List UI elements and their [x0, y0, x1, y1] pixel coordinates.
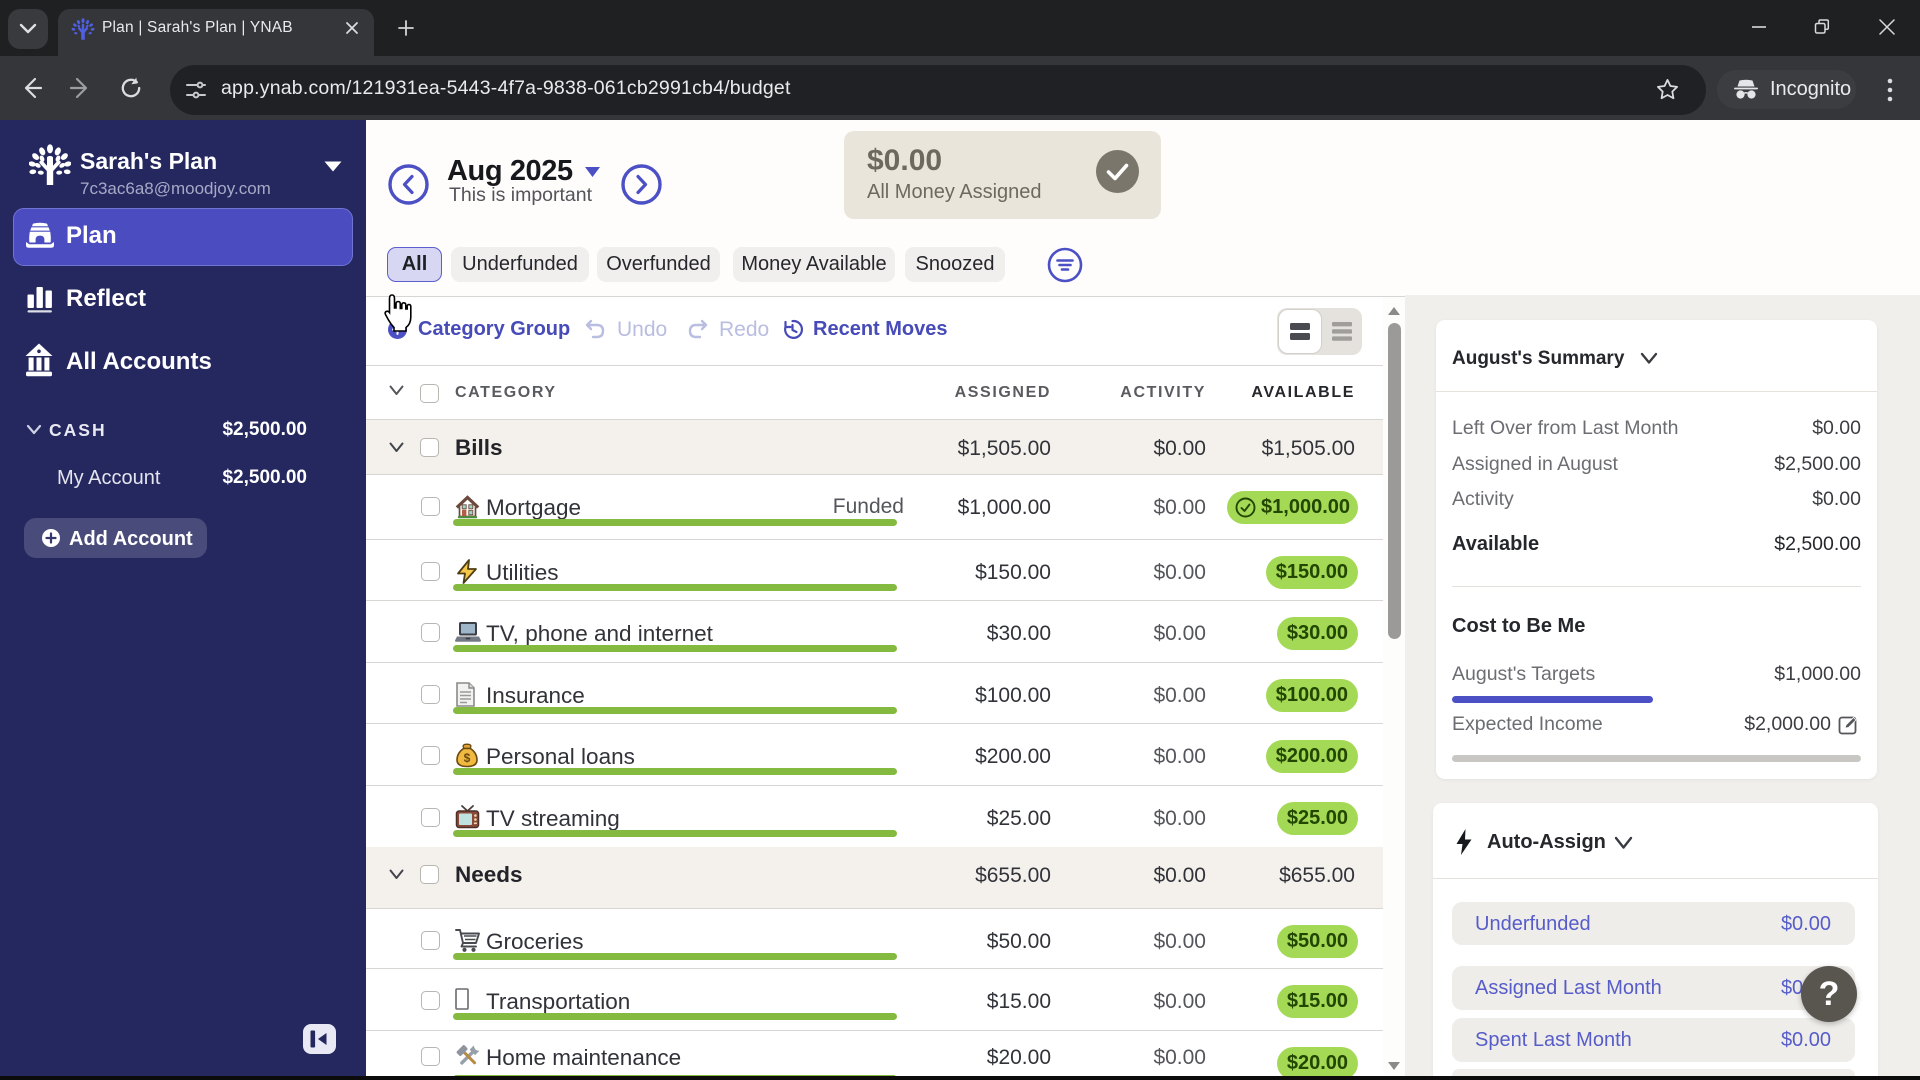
svg-text:$: $ [464, 751, 471, 765]
